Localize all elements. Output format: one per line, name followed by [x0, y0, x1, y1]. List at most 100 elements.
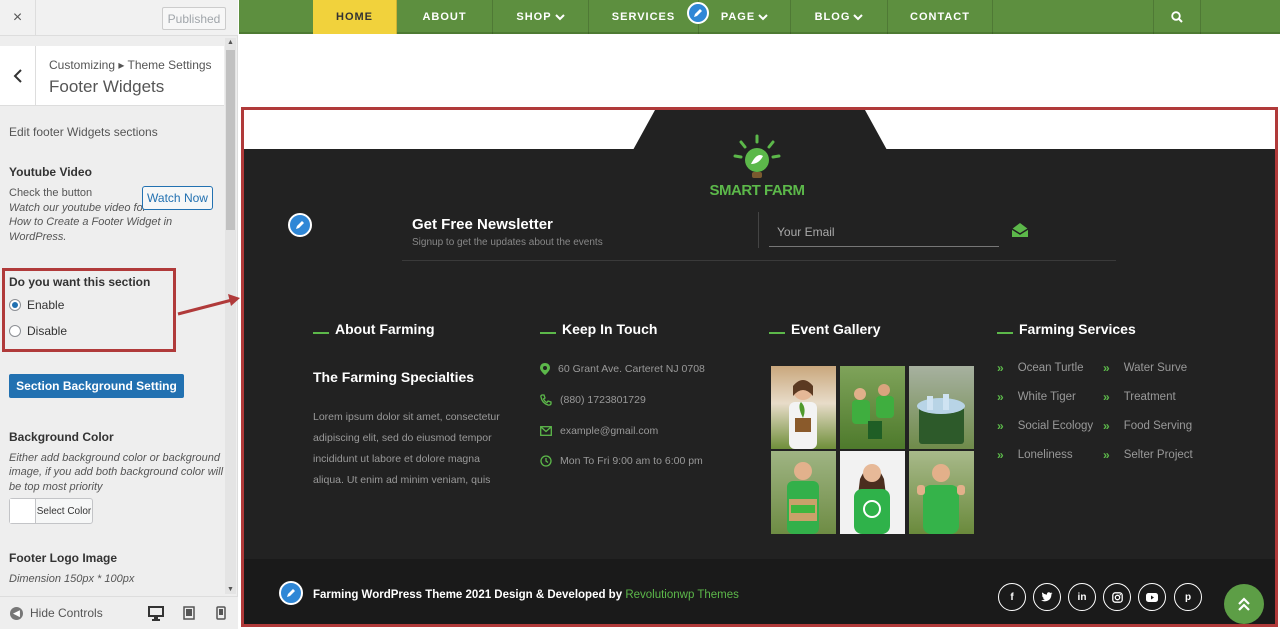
back-button[interactable] — [0, 46, 36, 106]
youtube-check-text: Check the button — [9, 187, 93, 199]
facebook-link[interactable]: f — [998, 583, 1026, 611]
double-chevron-icon: » — [997, 448, 1004, 462]
service-item[interactable]: » Selter Project — [1103, 448, 1193, 462]
enable-radio-option[interactable]: Enable — [9, 298, 64, 312]
disable-radio-option[interactable]: Disable — [9, 324, 67, 338]
gallery-image[interactable] — [909, 366, 974, 449]
lightbulb-leaf-icon — [733, 134, 781, 178]
close-customizer-button[interactable]: × — [0, 0, 36, 36]
nav-shop-label: SHOP — [516, 11, 552, 23]
youtube-hint-line: WordPress. — [9, 231, 67, 243]
gallery-image[interactable] — [840, 451, 905, 534]
published-button[interactable]: Published — [162, 7, 226, 30]
gallery-image[interactable] — [771, 366, 836, 449]
service-item[interactable]: » Loneliness — [997, 448, 1073, 462]
footer-logo-heading: Footer Logo Image — [9, 551, 117, 565]
search-icon — [1171, 11, 1183, 23]
chevron-down-icon — [554, 14, 565, 21]
volunteers-cleaning-photo — [852, 384, 894, 439]
nav-item-about[interactable]: ABOUT — [397, 0, 493, 34]
twitter-link[interactable] — [1033, 583, 1061, 611]
tablet-icon — [183, 606, 195, 620]
hide-controls-button[interactable]: ◀ Hide Controls — [10, 606, 103, 620]
annotation-arrow — [177, 294, 240, 316]
nav-blog-label: BLOG — [814, 11, 851, 23]
search-button[interactable] — [1153, 0, 1201, 34]
nav-item-services[interactable]: SERVICES — [589, 0, 699, 34]
service-item[interactable]: » White Tiger — [997, 390, 1076, 404]
select-color-button[interactable]: Select Color — [9, 498, 93, 524]
email-text[interactable]: example@gmail.com — [560, 425, 658, 437]
service-label: Ocean Turtle — [1017, 362, 1084, 374]
chevron-left-icon — [13, 69, 22, 83]
service-item[interactable]: » Social Ecology — [997, 419, 1093, 433]
service-item[interactable]: » Water Surve — [1103, 361, 1187, 375]
tablet-preview-button[interactable] — [180, 604, 198, 622]
disable-radio[interactable] — [9, 325, 21, 337]
copyright-brand-link[interactable]: Revolutionwp Themes — [625, 589, 739, 601]
hide-controls-label: Hide Controls — [30, 606, 103, 620]
collapse-icon: ◀ — [10, 606, 23, 620]
contact-phone: (880) 1723801729 — [540, 394, 646, 406]
hours-text: Mon To Fri 9:00 am to 6:00 pm — [560, 455, 703, 467]
scroll-to-top-button[interactable] — [1224, 584, 1264, 624]
mobile-preview-button[interactable] — [212, 604, 230, 622]
scrollbar-thumb[interactable] — [226, 50, 235, 230]
footer-logo[interactable]: SMART FARM — [701, 134, 813, 204]
enable-radio[interactable] — [9, 299, 21, 311]
edit-newsletter-button[interactable] — [288, 213, 312, 237]
pinterest-link[interactable]: p — [1174, 583, 1202, 611]
disable-label: Disable — [27, 324, 68, 338]
chevron-down-icon — [758, 14, 768, 21]
edit-copyright-button[interactable] — [279, 581, 303, 605]
logo-text: SMART FARM — [709, 182, 806, 199]
service-label: Loneliness — [1017, 449, 1073, 461]
youtube-link[interactable] — [1138, 583, 1166, 611]
gallery-image[interactable] — [909, 451, 974, 534]
background-color-hint: image, if you add both background color … — [9, 466, 224, 478]
double-chevron-up-icon — [1238, 597, 1250, 611]
service-item[interactable]: » Food Serving — [1103, 419, 1192, 433]
desktop-preview-button[interactable] — [147, 604, 165, 622]
nav-page-label: PAGE — [720, 11, 756, 23]
contact-hours: Mon To Fri 9:00 am to 6:00 pm — [540, 455, 703, 467]
service-item[interactable]: » Ocean Turtle — [997, 361, 1084, 375]
envelope-open-icon — [1011, 223, 1029, 237]
gallery-image[interactable] — [840, 366, 905, 449]
about-text-line: Lorem ipsum dolor sit amet, consectetur — [313, 411, 500, 423]
recycle-bin-bottles-photo — [917, 394, 965, 444]
close-icon: × — [12, 9, 23, 26]
scroll-down-icon[interactable]: ▼ — [227, 586, 234, 593]
main-navigation: HOME ABOUT SHOP SERVICES PAGE BLOG CONTA… — [239, 0, 1280, 34]
instagram-link[interactable] — [1103, 583, 1131, 611]
scroll-up-icon[interactable]: ▲ — [227, 39, 234, 46]
watch-now-button[interactable]: Watch Now — [142, 186, 213, 210]
woman-recycle-shirt-photo — [854, 464, 890, 534]
nav-item-contact[interactable]: CONTACT — [888, 0, 993, 34]
pencil-icon — [694, 9, 702, 17]
newsletter-submit-button[interactable] — [1011, 222, 1029, 243]
nav-item-home[interactable]: HOME — [313, 0, 397, 34]
breadcrumb: Customizing ▸ Theme Settings — [49, 58, 212, 72]
service-label: Treatment — [1123, 391, 1176, 403]
logo-dimension-hint: Dimension 150px * 100px — [9, 573, 135, 585]
service-item[interactable]: » Treatment — [1103, 390, 1176, 404]
gallery-heading-text: Event Gallery — [791, 321, 881, 337]
nav-item-blog[interactable]: BLOG — [791, 0, 888, 34]
edit-menu-button[interactable] — [687, 2, 709, 24]
nav-item-shop[interactable]: SHOP — [493, 0, 589, 34]
service-label: Social Ecology — [1017, 420, 1094, 432]
double-chevron-icon: » — [1103, 448, 1110, 462]
linkedin-link[interactable]: in — [1068, 583, 1096, 611]
newsletter-email-input[interactable]: Your Email — [769, 220, 999, 247]
gallery-image[interactable] — [771, 451, 836, 534]
nav-item-page[interactable]: PAGE — [699, 0, 791, 34]
enable-label: Enable — [27, 298, 65, 312]
section-background-button[interactable]: Section Background Setting — [9, 374, 184, 398]
volunteer-thumbs-up-photo — [917, 464, 965, 534]
sidebar-footer: ◀ Hide Controls — [0, 596, 238, 629]
about-heading-text: About Farming — [335, 321, 435, 337]
newsletter-subtitle: Signup to get the updates about the even… — [412, 237, 603, 248]
background-color-hint: Either add background color or backgroun… — [9, 452, 220, 464]
site-preview: HOME ABOUT SHOP SERVICES PAGE BLOG CONTA… — [239, 0, 1280, 629]
